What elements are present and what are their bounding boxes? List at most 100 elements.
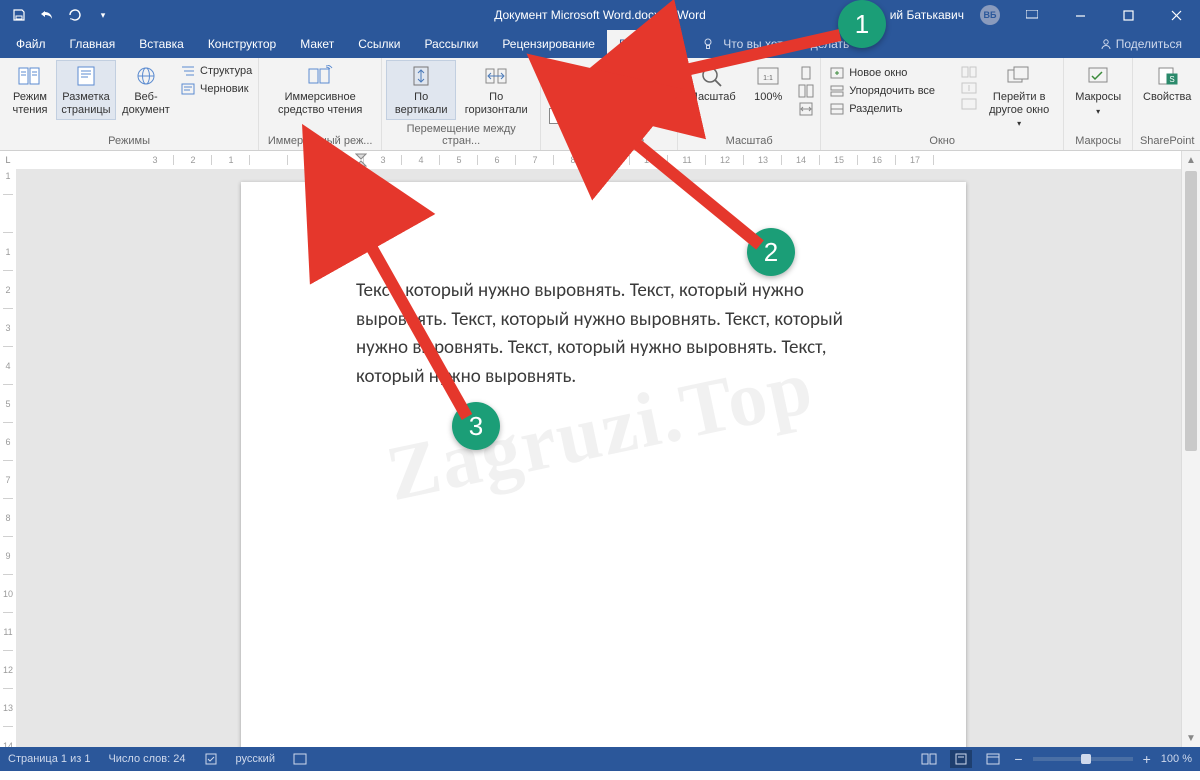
tab-design[interactable]: Конструктор <box>196 30 288 58</box>
group-macros-label: Макросы <box>1068 133 1128 150</box>
grid-checkbox[interactable]: Сетка <box>549 88 671 104</box>
nav-checkbox[interactable]: Область навига... <box>549 108 671 124</box>
vertical-button[interactable]: По вертикали <box>386 60 456 120</box>
split-label: Разделить <box>849 103 902 115</box>
vertical-scrollbar[interactable]: ▲ ▼ <box>1181 151 1200 747</box>
maximize-button[interactable] <box>1112 0 1144 30</box>
zoom-slider[interactable] <box>1033 757 1133 761</box>
new-window-icon <box>829 66 845 80</box>
zoom-label: Масштаб <box>689 91 736 104</box>
read-view-icon[interactable] <box>918 750 940 768</box>
web-view-icon[interactable] <box>982 750 1004 768</box>
print-view-icon[interactable] <box>950 750 972 768</box>
side-by-side-icon[interactable] <box>961 66 977 78</box>
web-layout-label: Веб- документ <box>122 91 170 116</box>
read-mode-button[interactable]: Режим чтения <box>4 60 56 120</box>
status-words[interactable]: Число слов: 24 <box>108 753 185 765</box>
status-page[interactable]: Страница 1 из 1 <box>8 753 90 765</box>
redo-icon[interactable] <box>66 6 84 24</box>
sync-scroll-icon[interactable] <box>961 82 977 94</box>
zoom-button[interactable]: Масштаб <box>682 60 742 108</box>
scroll-up-icon[interactable]: ▲ <box>1182 151 1200 169</box>
tab-help-partial[interactable]: вка <box>653 30 696 58</box>
ruler-checkbox[interactable]: ✓Линейка <box>549 68 671 84</box>
quick-access-toolbar: ▾ <box>0 6 112 24</box>
group-views: Режим чтения Разметка страницы Веб- доку… <box>0 58 259 150</box>
switch-windows-button[interactable]: Перейти в другое окно▾ <box>979 60 1059 132</box>
user-avatar[interactable]: ВБ <box>980 5 1000 25</box>
macros-label: Макросы <box>1075 91 1121 104</box>
zoom-100-label: 100% <box>754 91 782 104</box>
vertical-ruler[interactable]: 11234567891011121314 <box>0 169 17 747</box>
close-button[interactable] <box>1160 0 1192 30</box>
share-label: Поделиться <box>1116 37 1182 51</box>
ruler-corner: L <box>0 151 17 170</box>
page-width-icon[interactable] <box>798 102 814 116</box>
group-page-movement-label: Перемещение между стран... <box>386 121 536 150</box>
tab-view[interactable]: Вид <box>607 30 653 58</box>
outline-button[interactable]: Структура <box>180 64 252 78</box>
group-window-label: Окно <box>825 133 1059 150</box>
multi-page-icon[interactable] <box>798 84 814 98</box>
proofing-icon[interactable] <box>204 752 218 766</box>
group-sharepoint-label: SharePoint <box>1137 133 1197 150</box>
tab-home[interactable]: Главная <box>58 30 128 58</box>
group-macros: Макросы▾ Макросы <box>1064 58 1133 150</box>
tab-mailings[interactable]: Рассылки <box>412 30 490 58</box>
page-canvas[interactable]: Текст, который нужно выровнять. Текст, к… <box>16 169 1182 747</box>
annotation-badge-1: 1 <box>838 0 886 48</box>
properties-button[interactable]: S Свойства <box>1137 60 1197 108</box>
web-layout-icon <box>132 64 160 88</box>
one-page-icon[interactable] <box>798 66 814 80</box>
group-show-label: Отображение <box>545 133 673 150</box>
arrange-all-button[interactable]: Упорядочить все <box>829 84 955 98</box>
print-layout-button[interactable]: Разметка страницы <box>56 60 116 120</box>
tab-layout[interactable]: Макет <box>288 30 346 58</box>
zoom-100-button[interactable]: 1:1 100% <box>742 60 794 108</box>
tab-references[interactable]: Ссылки <box>346 30 412 58</box>
group-show: ✓Линейка Сетка Область навига... Отображ… <box>541 58 678 150</box>
indent-marker[interactable] <box>355 153 367 167</box>
zoom-level[interactable]: 100 % <box>1161 753 1192 765</box>
lightbulb-icon <box>701 37 715 51</box>
horizontal-button[interactable]: По горизонтали <box>456 60 536 120</box>
qat-customize-icon[interactable]: ▾ <box>94 6 112 24</box>
grid-checkbox-box <box>549 88 565 104</box>
share-button[interactable]: Поделиться <box>1100 37 1182 51</box>
macros-button[interactable]: Макросы▾ <box>1068 60 1128 120</box>
tab-file[interactable]: Файл <box>4 30 58 58</box>
scrollbar-thumb[interactable] <box>1185 171 1197 451</box>
draft-button[interactable]: Черновик <box>180 82 252 96</box>
immersive-reader-icon <box>306 64 334 88</box>
ribbon: Режим чтения Разметка страницы Веб- доку… <box>0 58 1200 151</box>
zoom-out-icon[interactable]: − <box>1014 751 1022 767</box>
ribbon-display-icon[interactable] <box>1016 0 1048 30</box>
minimize-button[interactable] <box>1064 0 1096 30</box>
track-changes-icon[interactable] <box>293 753 307 765</box>
read-mode-label: Режим чтения <box>13 91 48 116</box>
ribbon-tabs: Файл Главная Вставка Конструктор Макет С… <box>0 30 1200 58</box>
window-title: Документ Microsoft Word.docx - Word <box>494 8 706 22</box>
horizontal-ruler[interactable]: 3211234567891011121314151617 <box>16 151 1182 170</box>
zoom-slider-knob[interactable] <box>1081 754 1091 764</box>
vertical-label: По вертикали <box>395 91 448 116</box>
undo-icon[interactable] <box>38 6 56 24</box>
group-page-movement: По вертикали По горизонтали Перемещение … <box>382 58 541 150</box>
split-icon <box>829 102 845 116</box>
document-text[interactable]: Текст, который нужно выровнять. Текст, к… <box>356 277 856 391</box>
tab-insert[interactable]: Вставка <box>127 30 196 58</box>
tab-review[interactable]: Рецензирование <box>490 30 607 58</box>
immersive-reader-button[interactable]: Иммерсивное средство чтения <box>263 60 377 120</box>
group-immersive-label: Иммерсивный реж... <box>263 133 377 150</box>
reset-window-icon[interactable] <box>961 98 977 110</box>
svg-text:1:1: 1:1 <box>763 75 773 82</box>
scroll-down-icon[interactable]: ▼ <box>1182 729 1200 747</box>
split-button[interactable]: Разделить <box>829 102 955 116</box>
draft-icon <box>180 82 196 96</box>
titlebar: ▾ Документ Microsoft Word.docx - Word ий… <box>0 0 1200 30</box>
save-icon[interactable] <box>10 6 28 24</box>
new-window-button[interactable]: Новое окно <box>829 66 955 80</box>
status-language[interactable]: русский <box>236 753 275 765</box>
web-layout-button[interactable]: Веб- документ <box>116 60 176 120</box>
zoom-in-icon[interactable]: + <box>1143 751 1151 767</box>
